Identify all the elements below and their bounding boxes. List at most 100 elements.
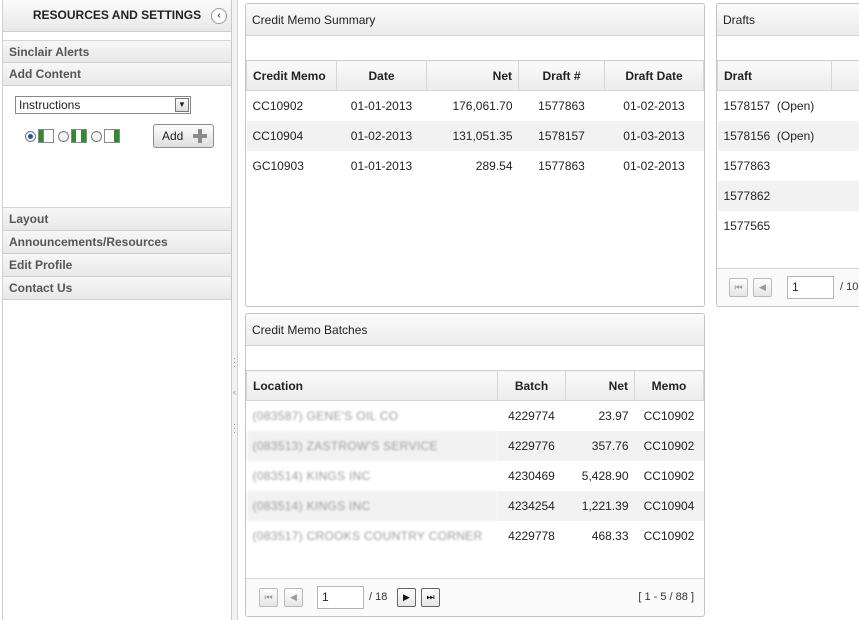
table-row[interactable]: (083514) KINGS INC 4234254 1,221.39 CC10… [246,490,704,521]
collapse-sidebar-icon[interactable]: ‹ [211,8,227,24]
cell-credit-memo: CC10904 [246,120,337,151]
table-row[interactable]: CC10904 01-02-2013 131,051.35 1578157 01… [246,120,704,151]
table-row[interactable]: 1577565 [718,211,859,241]
cell-net: 131,051.35 [426,120,519,151]
cell-draft-date: 01-03-2013 [604,120,704,151]
table-row[interactable]: CC10902 01-01-2013 176,061.70 1577863 01… [247,91,704,121]
add-content-button[interactable]: Add [153,124,214,148]
cell-draft-date: 01-02-2013 [623,158,685,173]
cell-memo: CC10902 [643,468,695,483]
table-row[interactable]: (083587) GENE'S OIL CO 4229774 23.97 CC1… [247,401,704,431]
cell-net: 23.97 [598,408,629,423]
col-location[interactable]: Location [246,370,498,401]
layout-split-icon [71,129,87,143]
prev-page-icon[interactable]: ◀ [753,278,772,297]
col-net[interactable]: Net [565,370,635,401]
layout-radio-3[interactable] [91,130,102,142]
table-row[interactable]: (083514) KINGS INC 4230469 5,428.90 CC10… [247,461,704,491]
cell-location: (083514) KINGS INC [252,468,371,483]
plus-icon [193,129,207,143]
sidebar-header: RESOURCES AND SETTINGS ‹ [3,0,231,32]
cell-memo: CC10902 [634,430,704,461]
page-number-input[interactable]: 1 [787,276,834,299]
cell-net: 357.76 [565,430,635,461]
cell-draft: 1578157 (Open) [723,98,815,113]
cell-batch: 4229776 [497,430,566,461]
cell-credit-memo: GC10903 [252,158,304,173]
table-row[interactable]: 1577862 [717,180,859,211]
content-type-value: Instructions [19,98,81,112]
col-net[interactable]: Net [426,60,519,91]
sidebar-section-alerts[interactable]: Sinclair Alerts [3,40,231,63]
cell-date: 01-01-2013 [350,98,413,113]
sidebar-title: RESOURCES AND SETTINGS [32,8,202,22]
col-draft[interactable]: Draft [717,60,832,91]
table-row[interactable]: 1578156 (Open) [717,120,859,151]
table-row[interactable]: 1578157 (Open) [718,91,859,121]
first-page-icon[interactable]: ⏮ [259,588,278,607]
page-total: / 10 [840,281,859,293]
panel-title: Credit Memo Summary [246,4,704,36]
sidebar-section-layout[interactable]: Layout [3,208,231,231]
layout-two-column-icon [38,129,54,143]
cell-draft: 1577565 [723,218,771,233]
chevron-down-icon[interactable]: ▼ [175,98,189,112]
cell-draft-number: 1577863 [538,98,585,113]
sidebar: RESOURCES AND SETTINGS ‹ Sinclair Alerts… [2,0,232,620]
cell-draft-date: 01-02-2013 [623,98,685,113]
sidebar-section-edit-profile[interactable]: Edit Profile [3,254,231,277]
cell-draft-number: 1577863 [538,158,585,173]
credit-memo-batches-panel: Credit Memo Batches Location Batch Net M… [245,313,705,617]
page-number-input[interactable]: 1 [317,586,364,609]
table-row[interactable]: (083517) CROOKS COUNTRY CORNER 4229778 4… [247,521,704,551]
last-page-icon[interactable]: ⏭ [421,588,440,607]
cell-batch: 4229778 [508,528,555,543]
credit-memo-summary-panel: Credit Memo Summary Credit Memo Date Net… [245,3,705,307]
cell-draft-number: 1578157 [518,120,605,151]
table-row[interactable]: 1577863 [718,151,859,181]
cell-location: (083514) KINGS INC [246,490,498,521]
cell-date: 01-02-2013 [336,120,427,151]
cell-location: (083587) GENE'S OIL CO [252,408,399,423]
batches-table: Location Batch Net Memo (083587) GENE'S … [246,370,704,551]
sidebar-section-add-content[interactable]: Add Content [3,63,231,86]
table-row[interactable]: GC10903 01-01-2013 289.54 1577863 01-02-… [247,151,704,181]
cell-memo: CC10902 [643,408,695,423]
col-credit-memo[interactable]: Credit Memo [246,60,337,91]
grip-dots-icon-2: · · · [233,419,236,437]
col-draft-date[interactable]: Draft Date [604,60,704,91]
col-extra [831,60,859,91]
splitter-handle[interactable]: · · · ‹ · · · [232,0,238,620]
sidebar-section-announcements[interactable]: Announcements/Resources [3,231,231,254]
layout-single-icon [104,129,120,143]
add-button-label: Add [162,129,184,143]
layout-radio-1[interactable] [25,130,36,142]
col-memo[interactable]: Memo [634,370,704,401]
prev-page-icon[interactable]: ◀ [284,588,303,607]
cell-net: 289.54 [475,158,513,173]
col-date[interactable]: Date [336,60,427,91]
cell-net: 176,061.70 [452,98,513,113]
layout-radio-2[interactable] [58,130,69,142]
sidebar-section-contact[interactable]: Contact Us [3,277,231,300]
table-row[interactable]: (083513) ZASTROW'S SERVICE 4229776 357.7… [246,430,704,461]
grip-arrow-icon: ‹ [233,387,236,397]
add-content-panel: Instructions ▼ Add [3,86,231,208]
cell-batch: 4229774 [508,408,555,423]
panel-title: Credit Memo Batches [246,314,704,346]
col-batch[interactable]: Batch [497,370,566,401]
cell-memo: CC10904 [634,490,704,521]
drafts-table: Draft 1578157 (Open) 1578156 (Open) 1577… [717,60,859,241]
first-page-icon[interactable]: ⏮ [729,278,748,297]
content-type-select[interactable]: Instructions ▼ [15,96,191,114]
cell-date: 01-01-2013 [350,158,413,173]
cell-location: (083513) ZASTROW'S SERVICE [246,430,498,461]
cell-credit-memo: CC10902 [252,98,304,113]
summary-table: Credit Memo Date Net Draft # Draft Date … [246,60,704,181]
drafts-panel: Drafts Draft 1578157 (Open) 1578156 (Ope… [716,3,859,307]
next-page-icon[interactable]: ▶ [397,588,416,607]
batches-pager: ⏮ ◀ 1 / 18 ▶ ⏭ [ 1 - 5 / 88 ] [246,578,704,616]
cell-location: (083517) CROOKS COUNTRY CORNER [252,528,483,543]
cell-draft: 1577863 [723,158,771,173]
col-draft-number[interactable]: Draft # [518,60,605,91]
